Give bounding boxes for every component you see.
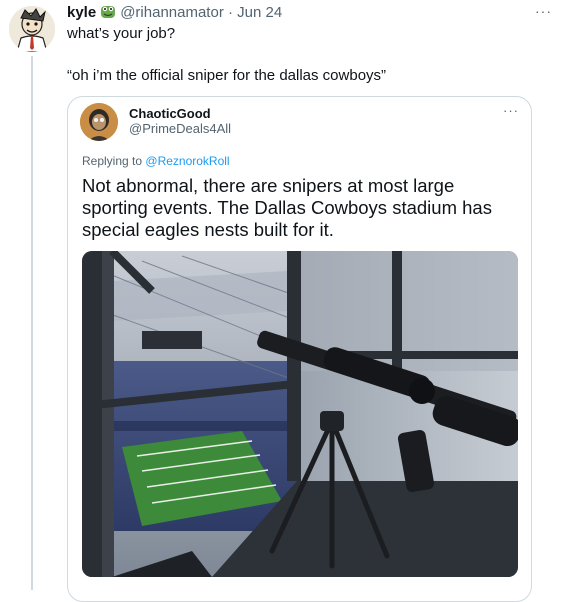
more-options-icon[interactable]: ··· bbox=[535, 3, 552, 19]
quoted-tweet-body: Not abnormal, there are snipers at most … bbox=[82, 175, 492, 240]
thread-connector-line bbox=[31, 56, 33, 590]
portrait-avatar-icon bbox=[80, 103, 118, 141]
cartoon-avatar-icon bbox=[9, 6, 55, 52]
replying-to-link[interactable]: @ReznorokRoll bbox=[145, 154, 229, 168]
quoted-more-icon[interactable]: ··· bbox=[503, 103, 519, 118]
tweet-date[interactable]: Jun 24 bbox=[237, 4, 282, 21]
quoted-tweet-card[interactable]: ChaoticGood @PrimeDeals4All ··· Replying… bbox=[67, 96, 532, 602]
author-name[interactable]: kyle bbox=[67, 4, 96, 21]
tweet-text-line-2: “oh i’m the official sniper for the dall… bbox=[67, 67, 387, 84]
stadium-sniper-photo[interactable] bbox=[82, 251, 518, 577]
replying-to-line: Replying to @ReznorokRoll bbox=[82, 153, 230, 169]
author-handle[interactable]: @rihannamator bbox=[120, 4, 224, 21]
quoted-author-handle[interactable]: @PrimeDeals4All bbox=[129, 121, 231, 137]
photo-illustration bbox=[82, 251, 518, 577]
tweet-text-line-1: what’s your job? bbox=[67, 25, 176, 42]
header-separator: · bbox=[227, 4, 233, 21]
replying-prefix: Replying to bbox=[82, 154, 143, 168]
tweet-header: kyle @rihannamator · Jun 24 bbox=[67, 3, 282, 23]
quoted-author-avatar[interactable] bbox=[80, 103, 118, 141]
frog-emoji-icon bbox=[101, 6, 116, 18]
quoted-author-name[interactable]: ChaoticGood bbox=[129, 106, 211, 122]
author-avatar[interactable] bbox=[9, 6, 55, 52]
